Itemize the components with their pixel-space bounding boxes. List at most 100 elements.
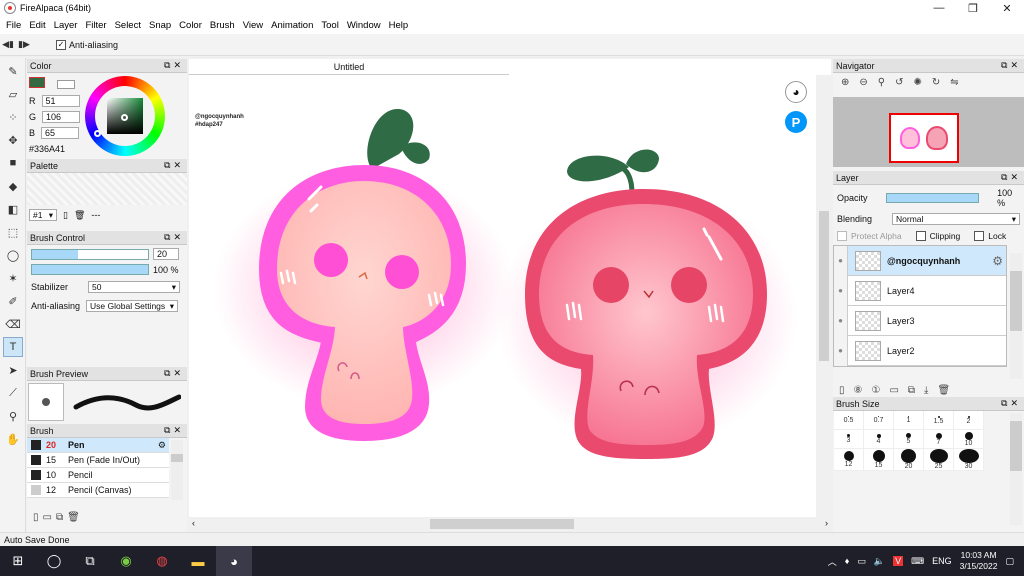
volume-icon[interactable]: 🔈: [874, 556, 885, 567]
brush-size-input[interactable]: 20: [153, 248, 179, 260]
layer-visibility-icon[interactable]: ●: [834, 305, 848, 336]
menu-tool[interactable]: Tool: [317, 20, 342, 31]
flip-horizontal-icon[interactable]: ⇋: [950, 77, 958, 88]
horizontal-scroll-thumb[interactable]: [430, 519, 574, 529]
input-language[interactable]: ENG: [932, 556, 952, 566]
alpaca-mascot-icon[interactable]: ◕: [785, 81, 807, 103]
hand-tool-icon[interactable]: ✋: [3, 429, 23, 449]
text-tool-icon[interactable]: T: [3, 337, 23, 357]
windows-start-icon[interactable]: ⊞: [0, 546, 36, 576]
brush-size-option[interactable]: 12: [834, 449, 864, 471]
rotate-reset-icon[interactable]: ✺: [914, 77, 922, 88]
new-1bit-layer-icon[interactable]: ①: [871, 385, 880, 396]
firealpaca-taskbar-icon[interactable]: ◕: [216, 546, 252, 576]
zoom-in-icon[interactable]: ⊕: [841, 77, 849, 88]
file-explorer-icon[interactable]: ▬: [180, 546, 216, 576]
brush-size-option[interactable]: 25: [924, 449, 954, 471]
menu-brush[interactable]: Brush: [206, 20, 239, 31]
duplicate-brush-icon[interactable]: ⧉: [56, 512, 63, 523]
new-8bit-layer-icon[interactable]: ⑧: [854, 385, 863, 396]
panel-float-close-icon[interactable]: ⧉✕: [164, 425, 184, 436]
fill-shape-tool-icon[interactable]: ■: [3, 153, 23, 173]
green-input[interactable]: 106: [42, 111, 81, 123]
pixiv-icon[interactable]: P: [785, 111, 807, 133]
navigator-viewport[interactable]: [889, 113, 959, 163]
operation-tool-icon[interactable]: ➤: [3, 360, 23, 380]
antialias-checkbox[interactable]: ✓: [56, 39, 66, 50]
bucket-tool-icon[interactable]: ◆: [3, 176, 23, 196]
canvas-horizontal-scrollbar[interactable]: ‹ ›: [189, 517, 831, 531]
menu-help[interactable]: Help: [385, 20, 413, 31]
brush-size-option[interactable]: 1.5: [924, 411, 954, 430]
select-eraser-tool-icon[interactable]: ⌫: [3, 314, 23, 334]
move-tool-icon[interactable]: ✥: [3, 130, 23, 150]
canvas-vertical-scrollbar[interactable]: [816, 75, 831, 517]
zoom-out-icon[interactable]: ⊖: [859, 77, 867, 88]
brush-item-pen-fade[interactable]: 15 Pen (Fade In/Out): [27, 453, 169, 468]
brush-size-option[interactable]: 3: [834, 430, 864, 449]
clock[interactable]: 10:03 AM 3/15/2022: [960, 550, 998, 572]
rotate-left-icon[interactable]: ↺: [895, 77, 903, 88]
antialias-option[interactable]: ✓ Anti-aliasing: [56, 39, 118, 50]
delete-palette-icon[interactable]: 🗑: [74, 210, 85, 221]
brush-size-scrollbar[interactable]: [1010, 413, 1022, 525]
brush-opacity-slider[interactable]: [31, 264, 149, 275]
palette-swatches[interactable]: [27, 173, 187, 205]
panel-float-close-icon[interactable]: ⧉✕: [164, 232, 184, 243]
panel-float-close-icon[interactable]: ⧉✕: [164, 60, 184, 71]
brush-antialias-select[interactable]: Use Global Settings ▾: [86, 300, 179, 312]
brush-item-pencil-canvas[interactable]: 12 Pencil (Canvas): [27, 483, 169, 498]
brush-size-option[interactable]: 10: [954, 430, 984, 449]
red-input[interactable]: 51: [41, 95, 80, 107]
vivaldi-icon[interactable]: V: [893, 556, 904, 566]
notification-icon[interactable]: ▢: [1005, 556, 1014, 567]
panel-float-close-icon[interactable]: ⧉✕: [1001, 398, 1021, 409]
new-brush-icon[interactable]: ▯: [33, 512, 39, 523]
secondary-color-swatch[interactable]: [57, 80, 75, 89]
layer-row[interactable]: ● Layer4: [834, 275, 1006, 306]
network-icon[interactable]: ▭: [857, 556, 866, 567]
brush-size-option[interactable]: 5: [894, 430, 924, 449]
blending-select[interactable]: Normal ▾: [892, 213, 1020, 225]
select-pen-tool-icon[interactable]: ✐: [3, 291, 23, 311]
keyboard-icon[interactable]: ⌨: [911, 556, 924, 567]
layer-settings-gear-icon[interactable]: ⚙: [992, 254, 1003, 268]
task-view-icon[interactable]: ⧉: [72, 546, 108, 576]
store-app-icon[interactable]: ◉: [108, 546, 144, 576]
search-icon[interactable]: ◯: [36, 546, 72, 576]
new-folder-icon[interactable]: ▭: [889, 385, 898, 396]
panel-collapse-left-icon[interactable]: ◀▮: [0, 39, 16, 50]
close-button[interactable]: ✕: [990, 0, 1024, 16]
menu-file[interactable]: File: [2, 20, 25, 31]
brush-list-scrollbar[interactable]: [171, 440, 183, 500]
panel-float-close-icon[interactable]: ⧉✕: [1001, 172, 1021, 183]
duplicate-layer-icon[interactable]: ⧉: [908, 385, 915, 396]
blue-input[interactable]: 65: [41, 127, 80, 139]
chrome-icon[interactable]: ◍: [144, 546, 180, 576]
zoom-fit-icon[interactable]: ⚲: [878, 77, 885, 88]
palette-set-select[interactable]: #1 ▾: [29, 209, 57, 221]
new-palette-icon[interactable]: ▯: [63, 210, 68, 221]
clipping-checkbox[interactable]: [915, 231, 926, 241]
merge-down-icon[interactable]: ⤓: [924, 385, 928, 396]
lock-checkbox[interactable]: [974, 231, 985, 241]
menu-window[interactable]: Window: [343, 20, 385, 31]
layer-row[interactable]: ● @ngocquynhanh ⚙: [834, 245, 1006, 276]
eraser-tool-icon[interactable]: ▱: [3, 84, 23, 104]
panel-float-close-icon[interactable]: ⧉✕: [164, 160, 184, 171]
color-wheel[interactable]: [85, 76, 165, 156]
panel-collapse-right-icon[interactable]: ▮▶: [16, 39, 32, 50]
brush-size-slider[interactable]: [31, 248, 149, 260]
brush-size-option[interactable]: 30: [954, 449, 984, 471]
delete-layer-icon[interactable]: 🗑: [937, 385, 950, 396]
brush-size-option[interactable]: 15: [864, 449, 894, 471]
menu-snap[interactable]: Snap: [145, 20, 175, 31]
menu-layer[interactable]: Layer: [50, 20, 82, 31]
navigator-preview[interactable]: [833, 97, 1024, 167]
brush-size-option[interactable]: 0.5: [834, 411, 864, 430]
canvas-area[interactable]: @ngocquynhanh #hdap247 ◕ P: [189, 59, 831, 517]
brush-size-option[interactable]: 20: [894, 449, 924, 471]
brush-size-option[interactable]: 0.7: [864, 411, 894, 430]
layer-row[interactable]: ● Layer3: [834, 305, 1006, 336]
brush-item-pen[interactable]: 20 Pen ⚙: [27, 438, 169, 453]
